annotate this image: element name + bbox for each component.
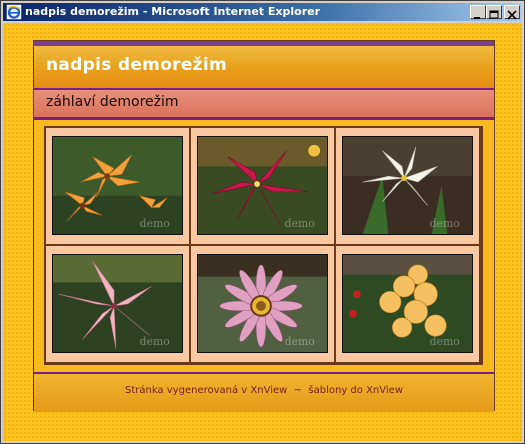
page-viewport: nadpis demorežim záhlaví demorežim demo … xyxy=(3,23,522,441)
footer-link-xnview[interactable]: XnView xyxy=(250,385,287,396)
thumb-gazania[interactable]: demo xyxy=(197,254,328,353)
header-stripe xyxy=(34,41,494,46)
internet-explorer-icon xyxy=(6,4,22,20)
footer-link-xnview-templates[interactable]: XnView xyxy=(366,385,403,396)
watermark: demo xyxy=(430,335,460,348)
maximize-button[interactable] xyxy=(486,5,502,19)
page-footer: Stránka vygenerovaná v XnView ~ šablony … xyxy=(34,372,494,412)
gallery-area: demo demo demo demo demo demo xyxy=(34,120,494,372)
thumb-red-lily[interactable]: demo xyxy=(197,136,328,235)
footer-text: Stránka vygenerovaná v XnView ~ šablony … xyxy=(34,385,494,396)
gallery-cell: demo xyxy=(190,245,335,363)
footer-separator: ~ xyxy=(287,385,309,396)
page-container: nadpis demorežim záhlaví demorežim demo … xyxy=(33,40,495,412)
title-bar[interactable]: nadpis demorežim - Microsoft Internet Ex… xyxy=(3,3,522,21)
section-title: záhlaví demorežim xyxy=(46,94,179,110)
gallery-cell: demo xyxy=(190,127,335,245)
window-title: nadpis demorežim - Microsoft Internet Ex… xyxy=(25,5,321,18)
thumb-gladiolus[interactable]: demo xyxy=(342,254,473,353)
thumb-pink-lily[interactable]: demo xyxy=(52,254,183,353)
watermark: demo xyxy=(140,217,170,230)
gallery-cell: demo xyxy=(45,245,190,363)
browser-window: nadpis demorežim - Microsoft Internet Ex… xyxy=(0,0,525,444)
thumb-orange-lilies[interactable]: demo xyxy=(52,136,183,235)
thumb-white-lily[interactable]: demo xyxy=(342,136,473,235)
gallery-cell: demo xyxy=(335,127,480,245)
watermark: demo xyxy=(140,335,170,348)
watermark: demo xyxy=(285,335,315,348)
page-title: nadpis demorežim xyxy=(46,55,228,75)
footer-prefix: Stránka vygenerovaná v xyxy=(125,385,251,396)
close-button[interactable] xyxy=(504,5,520,20)
watermark: demo xyxy=(430,217,460,230)
section-header: záhlaví demorežim xyxy=(34,90,494,120)
thumbnail-grid: demo demo demo demo demo demo xyxy=(44,126,483,365)
page-header: nadpis demorežim xyxy=(34,41,494,90)
gallery-cell: demo xyxy=(45,127,190,245)
watermark: demo xyxy=(285,217,315,230)
footer-middle: šablony do xyxy=(308,385,367,396)
minimize-button[interactable] xyxy=(470,5,486,19)
gallery-cell: demo xyxy=(335,245,480,363)
